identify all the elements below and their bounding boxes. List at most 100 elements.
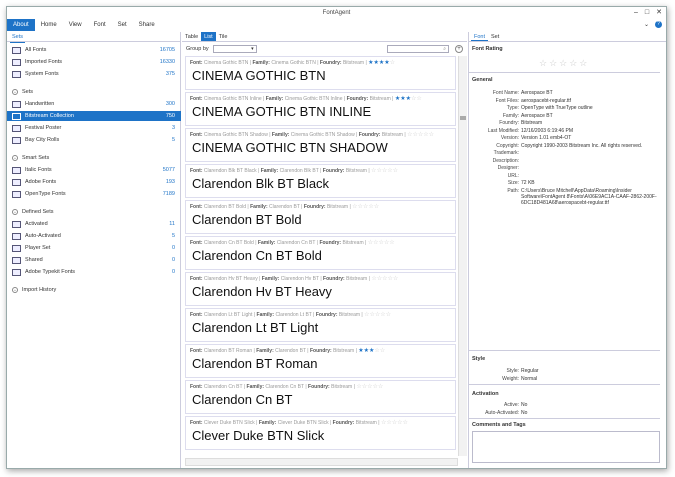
rating-stars[interactable]: ☆☆☆☆☆ [364,312,391,318]
chevron-down-icon[interactable]: ⌄ [644,19,649,31]
menu-font[interactable]: Font [88,19,112,31]
property-value [521,173,663,179]
property-value: OpenType with TrueType outline [521,105,593,111]
set-item-count: 750 [165,113,175,119]
menu-view[interactable]: View [63,19,88,31]
rating-stars[interactable]: ★★★☆☆ [358,348,385,354]
menu-about[interactable]: About [7,19,35,31]
close-icon[interactable]: ✕ [656,7,662,19]
rating-stars[interactable]: ★★★★☆ [368,60,395,66]
tab-table[interactable]: Table [182,32,201,41]
font-card-meta: Font: Cinema Gothic BTN Inline | Family:… [190,96,422,102]
set-item[interactable]: Activated 11 [7,219,181,229]
set-item[interactable]: Festival Poster 3 [7,123,181,133]
set-item[interactable]: Italic Fonts 5077 [7,165,181,175]
sets-panel: Sets All Fonts 16705 Imported Fonts 1633… [7,32,181,468]
tab-set[interactable]: Set [488,32,502,41]
minimize-icon[interactable]: – [634,7,638,19]
tab-sets[interactable]: Sets [10,32,26,43]
font-card[interactable]: Font: Clarendon Lt BT Light | Family: Cl… [185,308,456,342]
help-icon[interactable]: ? [655,21,662,28]
section-header[interactable]: ^ Smart Sets [7,153,49,163]
font-card-meta: Font: Cinema Gothic BTN | Family: Cinema… [190,60,396,66]
group-by-select[interactable]: ▾ [212,45,257,53]
set-item[interactable]: Adobe Typekit Fonts 0 [7,267,181,277]
scrollbar-thumb[interactable] [460,116,466,120]
font-card[interactable]: Font: Cinema Gothic BTN Inline | Family:… [185,92,456,126]
rating-stars[interactable]: ☆☆☆☆☆ [539,58,589,69]
add-icon[interactable]: + [455,45,463,53]
property-value: Copyright 1990-2003 Bitstream Inc. All r… [521,142,643,149]
set-item[interactable]: Adobe Fonts 193 [7,177,181,187]
section-header[interactable]: ^ Sets [7,87,33,97]
rating-stars[interactable]: ☆☆☆☆☆ [381,420,408,426]
font-card[interactable]: Font: Clarendon BT Bold | Family: Claren… [185,200,456,234]
set-item-label: Italic Fonts [25,167,52,173]
set-item-count: 7189 [162,191,175,197]
rating-stars[interactable]: ☆☆☆☆☆ [407,132,434,138]
tab-list[interactable]: List [201,32,216,41]
font-card-meta: Font: Clarendon Hv BT Heavy | Family: Cl… [190,276,399,282]
set-item-label: Bay City Rolls [25,137,60,143]
property-label: Style: [506,368,519,374]
font-card[interactable]: Font: Clarendon Hv BT Heavy | Family: Cl… [185,272,456,306]
property-value: Version 1.01 emb4-OT [521,135,572,141]
rating-stars[interactable]: ★★★☆☆ [395,96,422,102]
section-header[interactable]: ^ Import History [7,285,56,295]
maximize-icon[interactable]: □ [645,7,649,19]
activation-title: Activation [472,391,499,397]
search-input[interactable]: ⌕ [387,45,449,53]
font-sample: CINEMA GOTHIC BTN INLINE [192,104,372,119]
set-item[interactable]: Handwritten 300 [7,99,181,109]
font-card[interactable]: Font: Clever Duke BTN Slick | Family: Cl… [185,416,456,450]
font-sample: CINEMA GOTHIC BTN [192,68,326,83]
property-label: Version: [500,135,519,141]
set-item-label: OpenType Fonts [25,191,66,197]
font-card[interactable]: Font: Clarendon Cn BT Bold | Family: Cla… [185,236,456,270]
property-value: Bitstream [521,120,543,126]
set-item-label: System Fonts [25,71,59,77]
property-row: Path: C:\Users\Bruce Mitchell\AppData\Ro… [469,188,663,206]
rating-stars[interactable]: ☆☆☆☆☆ [352,204,379,210]
collapse-icon: ^ [12,89,18,95]
rating-stars[interactable]: ☆☆☆☆☆ [371,168,398,174]
property-row: Trademark: [469,150,663,156]
folder-icon [12,46,21,54]
rating-stars[interactable]: ☆☆☆☆☆ [371,276,398,282]
set-item[interactable]: Player Set 0 [7,243,181,253]
font-card[interactable]: Font: Cinema Gothic BTN Shadow | Family:… [185,128,456,162]
vertical-scrollbar[interactable] [458,56,467,456]
set-item[interactable]: Auto-Activated 5 [7,231,181,241]
font-card[interactable]: Font: Cinema Gothic BTN | Family: Cinema… [185,56,456,90]
property-label: Family: [502,112,519,119]
search-icon: ⌕ [443,46,446,52]
font-card[interactable]: Font: Clarendon Cn BT | Family: Clarendo… [185,380,456,414]
set-item[interactable]: System Fonts 375 [7,69,181,79]
property-row: URL: [469,173,663,179]
property-value [521,158,663,164]
property-value: Regular [521,368,539,374]
horizontal-scrollbar[interactable] [185,458,458,466]
property-value [521,150,663,156]
rating-stars[interactable]: ☆☆☆☆☆ [368,240,395,246]
font-sample: CINEMA GOTHIC BTN SHADOW [192,140,388,155]
section-header[interactable]: ^ Defined Sets [7,207,54,217]
menu-home[interactable]: Home [35,19,63,31]
font-card[interactable]: Font: Clarendon Blk BT Black | Family: C… [185,164,456,198]
tab-font[interactable]: Font [471,32,489,41]
set-item[interactable]: All Fonts 16705 [7,45,181,55]
menu-set[interactable]: Set [112,19,133,31]
set-item[interactable]: Shared 0 [7,255,181,265]
comments-textarea[interactable] [472,431,660,463]
set-item[interactable]: Bay City Rolls 5 [7,135,181,145]
set-item[interactable]: OpenType Fonts 7189 [7,189,181,199]
font-sample: Clarendon Lt BT Light [192,320,319,335]
set-item[interactable]: Bitstream Collection 750 [7,111,181,121]
menu-share[interactable]: Share [133,19,161,31]
property-row: Font Files: aerospacebt-regular.ttf [469,98,663,104]
tab-tile[interactable]: Tile [216,32,231,41]
font-card[interactable]: Font: Clarendon BT Roman | Family: Clare… [185,344,456,378]
rating-stars[interactable]: ☆☆☆☆☆ [356,384,383,390]
set-item[interactable]: Imported Fonts 16330 [7,57,181,67]
section-header-label: Smart Sets [22,155,50,161]
